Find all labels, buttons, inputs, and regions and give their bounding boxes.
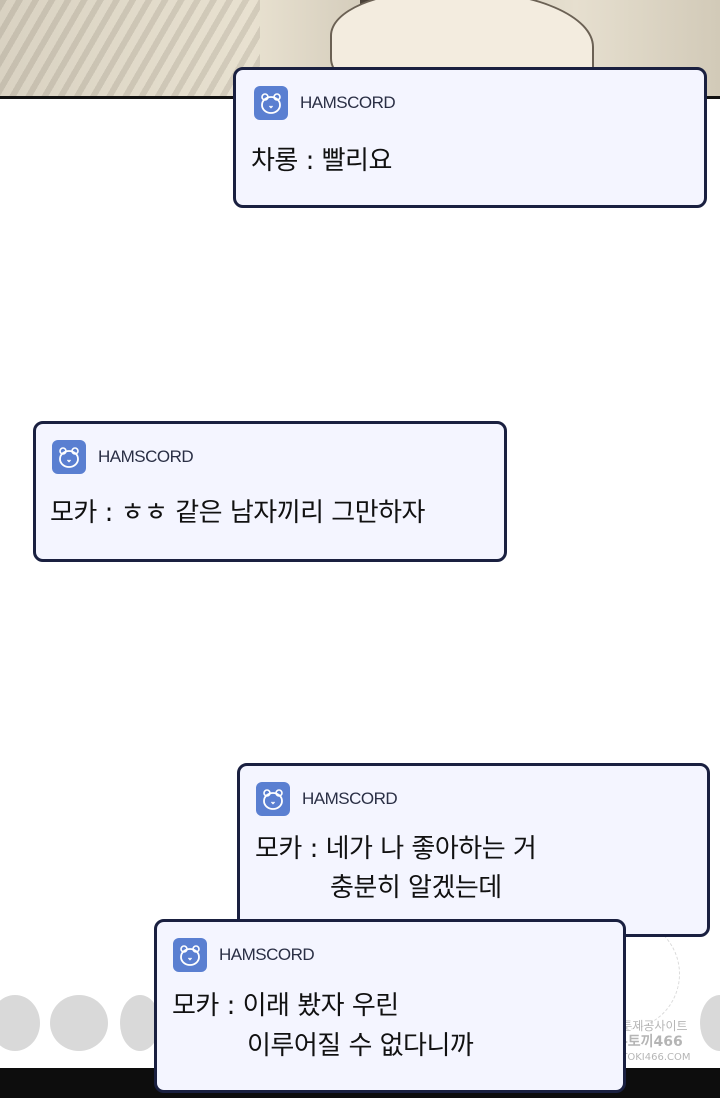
app-name: HAMSCORD xyxy=(98,447,194,466)
sender-name: 모카 xyxy=(255,834,302,864)
message-text: 모카 : 이래 봤자 우린 xyxy=(172,988,399,1024)
chat-bubble: HAMSCORD 모카 : 네가 나 좋아하는 거 충분히 알겠는데 xyxy=(237,763,710,937)
chat-bubble: HAMSCORD 차롱 : 빨리요 xyxy=(233,67,707,208)
sender-name: 모카 xyxy=(172,991,219,1021)
message-text-continued: 충분히 알겠는데 xyxy=(330,870,502,906)
hamster-icon xyxy=(52,440,86,474)
message-line: 이래 봤자 우린 xyxy=(242,991,400,1021)
message-text: 모카 : ㅎㅎ 같은 남자끼리 그만하자 xyxy=(50,495,425,531)
bubble-header: HAMSCORD xyxy=(256,782,398,816)
sender-name: 모카 xyxy=(50,498,97,528)
bubble-header: HAMSCORD xyxy=(254,86,396,120)
message-line: 충분히 알겠는데 xyxy=(330,873,502,903)
hamster-icon xyxy=(173,938,207,972)
sender-name: 차롱 xyxy=(251,146,298,176)
bubble-header: HAMSCORD xyxy=(173,938,315,972)
app-name: HAMSCORD xyxy=(219,945,315,964)
app-name: HAMSCORD xyxy=(302,789,398,808)
separator: : xyxy=(305,146,315,176)
chat-bubble: HAMSCORD 모카 : ㅎㅎ 같은 남자끼리 그만하자 xyxy=(33,421,507,562)
app-name: HAMSCORD xyxy=(300,93,396,112)
hamster-icon xyxy=(256,782,290,816)
bubble-header: HAMSCORD xyxy=(52,440,194,474)
decorative-dot xyxy=(0,995,40,1051)
message-line: 이루어질 수 없다니까 xyxy=(247,1031,474,1061)
message-line: 네가 나 좋아하는 거 xyxy=(325,834,537,864)
message-line: ㅎㅎ 같은 남자끼리 그만하자 xyxy=(120,498,426,528)
separator: : xyxy=(104,498,114,528)
panel-shading xyxy=(0,0,260,96)
decorative-dot xyxy=(700,995,720,1051)
message-text: 모카 : 네가 나 좋아하는 거 xyxy=(255,831,537,867)
hamster-icon xyxy=(254,86,288,120)
decorative-dot xyxy=(50,995,108,1051)
message-line: 빨리요 xyxy=(321,146,393,176)
separator: : xyxy=(226,991,236,1021)
message-text: 차롱 : 빨리요 xyxy=(251,143,392,179)
separator: : xyxy=(309,834,319,864)
message-text-continued: 이루어질 수 없다니까 xyxy=(247,1028,474,1064)
chat-bubble: HAMSCORD 모카 : 이래 봤자 우린 이루어질 수 없다니까 xyxy=(154,919,626,1093)
